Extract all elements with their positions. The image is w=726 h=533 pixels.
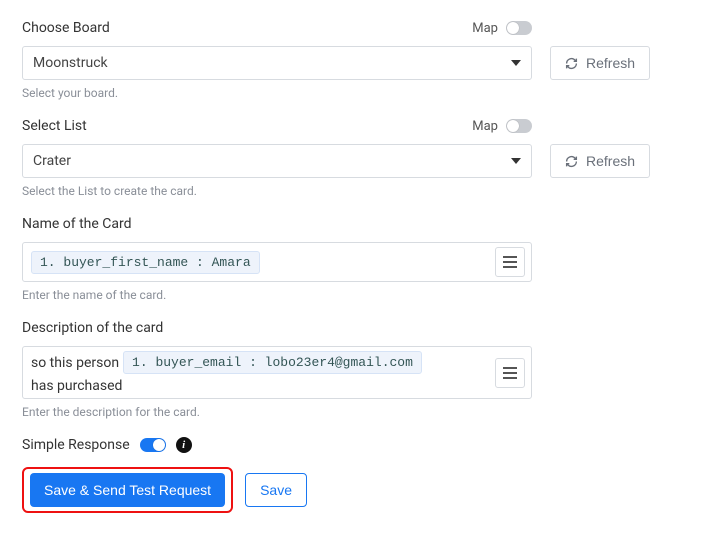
list-map-toggle[interactable] (506, 119, 532, 133)
name-input[interactable]: 1. buyer_first_name : Amara (22, 242, 532, 282)
select-list-label: Select List (22, 118, 87, 134)
name-label: Name of the Card (22, 216, 132, 232)
desc-text-before: so this person (31, 355, 119, 371)
list-select[interactable]: Crater (22, 144, 532, 178)
board-select-value: Moonstruck (33, 55, 108, 71)
desc-menu-button[interactable] (495, 358, 525, 388)
board-map-label: Map (472, 21, 498, 36)
name-menu-button[interactable] (495, 247, 525, 277)
caret-down-icon (511, 60, 521, 66)
refresh-icon (565, 57, 578, 70)
list-map-label: Map (472, 119, 498, 134)
desc-help: Enter the description for the card. (22, 405, 704, 419)
menu-icon (503, 367, 517, 369)
desc-input[interactable]: so this person 1. buyer_email : lobo23er… (22, 346, 532, 399)
info-icon[interactable]: i (176, 437, 192, 453)
simple-response-label: Simple Response (22, 437, 130, 453)
list-refresh-button[interactable]: Refresh (550, 144, 650, 178)
board-select[interactable]: Moonstruck (22, 46, 532, 80)
refresh-label: Refresh (586, 153, 635, 169)
save-button[interactable]: Save (245, 473, 307, 507)
primary-highlight: Save & Send Test Request (22, 467, 233, 513)
list-select-value: Crater (33, 153, 71, 169)
refresh-icon (565, 155, 578, 168)
desc-label: Description of the card (22, 320, 163, 336)
board-refresh-button[interactable]: Refresh (550, 46, 650, 80)
caret-down-icon (511, 158, 521, 164)
desc-text-after: has purchased (31, 378, 122, 394)
menu-icon (503, 256, 517, 258)
choose-board-label: Choose Board (22, 20, 110, 36)
desc-pill[interactable]: 1. buyer_email : lobo23er4@gmail.com (123, 351, 422, 374)
simple-response-toggle[interactable] (140, 438, 166, 452)
board-help: Select your board. (22, 86, 704, 100)
refresh-label: Refresh (586, 55, 635, 71)
list-help: Select the List to create the card. (22, 184, 704, 198)
save-send-test-button[interactable]: Save & Send Test Request (30, 473, 225, 507)
name-help: Enter the name of the card. (22, 288, 704, 302)
name-pill[interactable]: 1. buyer_first_name : Amara (31, 251, 260, 274)
board-map-toggle[interactable] (506, 21, 532, 35)
